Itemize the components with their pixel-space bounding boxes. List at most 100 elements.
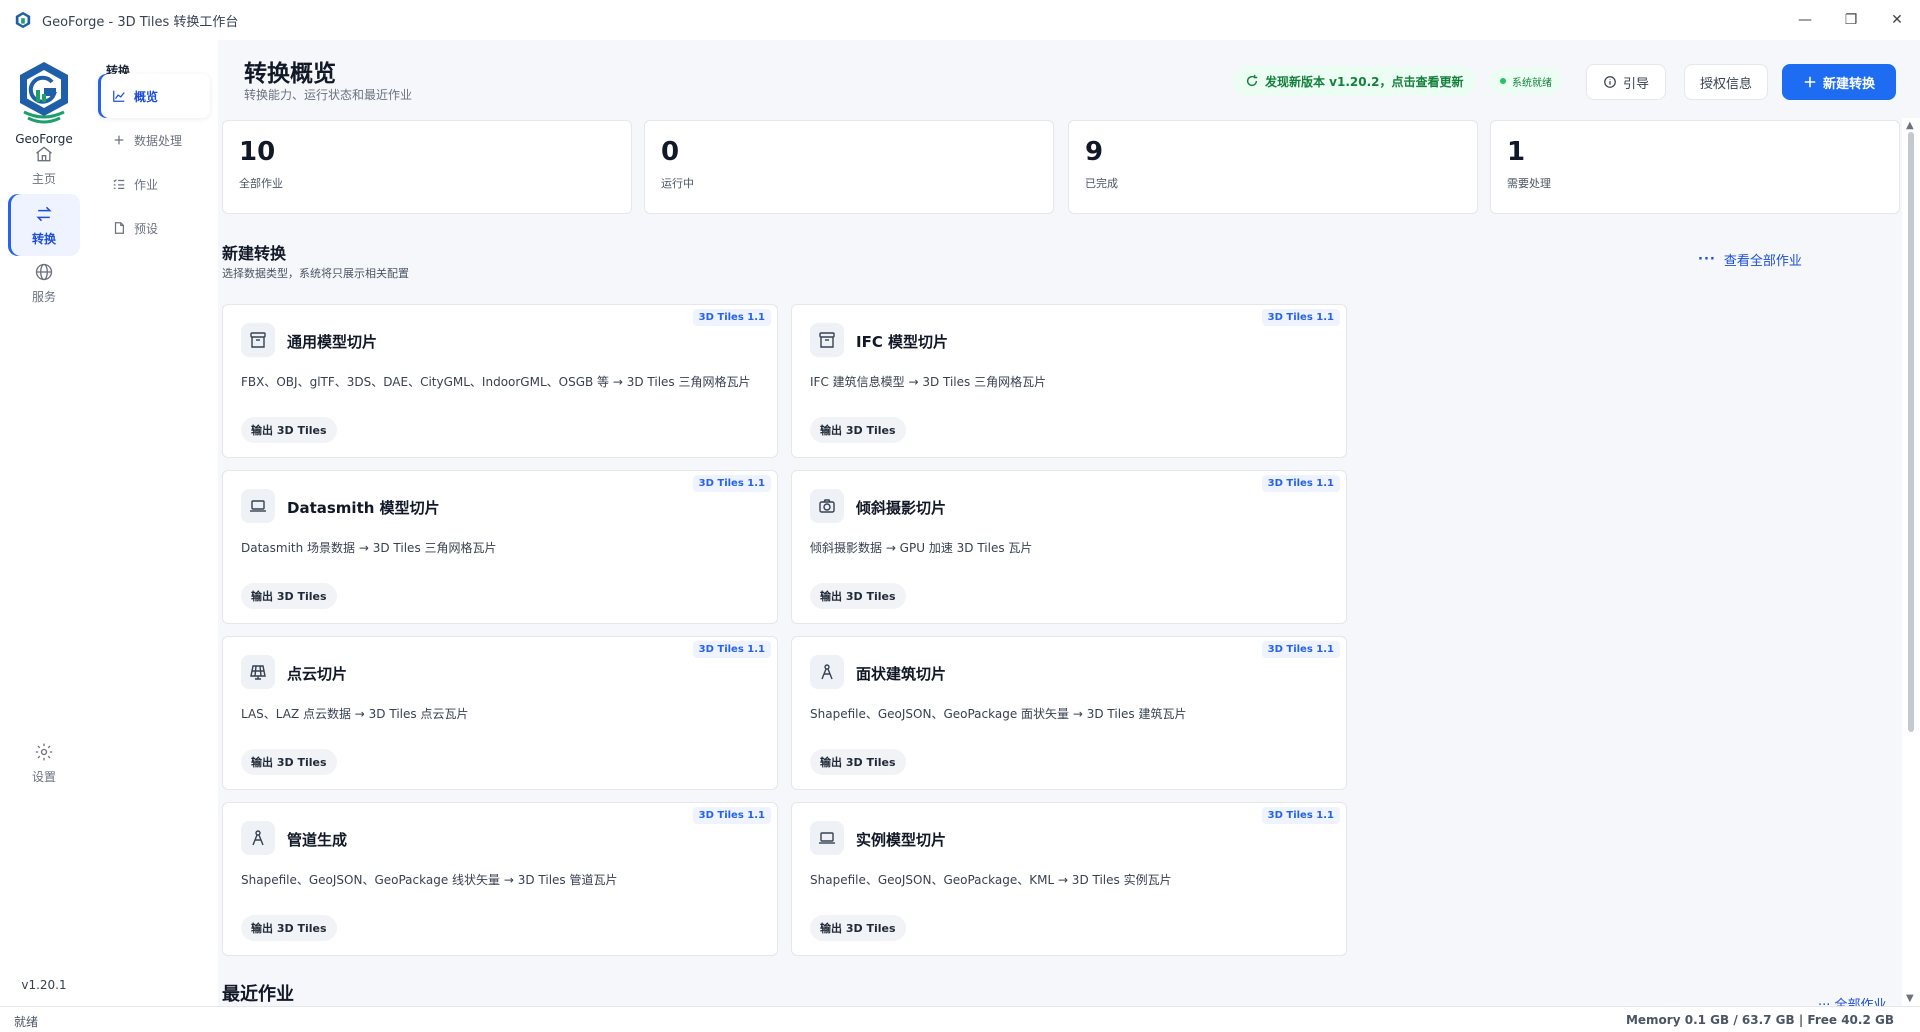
version-tag: 3D Tiles 1.1: [1261, 641, 1340, 658]
vertical-scrollbar[interactable]: ▲ ▼: [1902, 118, 1920, 1006]
card-title: Datasmith 模型切片: [287, 499, 440, 517]
license-label: 授权信息: [1699, 76, 1752, 92]
conversion-card-ifc[interactable]: 3D Tiles 1.1 IFC 模型切片 IFC 建筑信息模型 → 3D Ti…: [791, 304, 1347, 458]
view-all-label: 查看全部作业: [1723, 254, 1802, 269]
compass-icon: [241, 821, 275, 855]
subnav-item-data-processing[interactable]: 数据处理: [98, 118, 210, 162]
stat-value: 1: [1507, 137, 1526, 167]
output-badge: 输出 3D Tiles: [810, 417, 906, 443]
title-bar: GeoForge - 3D Tiles 转换工作台 — ❐ ✕: [0, 0, 1920, 40]
stat-label: 全部作业: [239, 177, 283, 190]
conversion-card-datasmith[interactable]: 3D Tiles 1.1 Datasmith 模型切片 Datasmith 场景…: [222, 470, 778, 624]
conversion-card-polygon-building[interactable]: 3D Tiles 1.1 面状建筑切片 Shapefile、GeoJSON、Ge…: [791, 636, 1347, 790]
card-title: 面状建筑切片: [856, 665, 947, 683]
stat-card-running: 0 运行中: [644, 120, 1054, 214]
guide-button[interactable]: 引导: [1586, 64, 1666, 100]
conversion-card-point-cloud[interactable]: 3D Tiles 1.1 点云切片 LAS、LAZ 点云数据 → 3D Tile…: [222, 636, 778, 790]
stat-label: 需要处理: [1507, 177, 1551, 190]
card-description: Datasmith 场景数据 → 3D Tiles 三角网格瓦片: [241, 541, 497, 555]
status-text: 就绪: [14, 1015, 39, 1029]
home-icon: [36, 145, 52, 161]
version-tag: 3D Tiles 1.1: [692, 807, 771, 824]
conversion-card-instance-model[interactable]: 3D Tiles 1.1 实例模型切片 Shapefile、GeoJSON、Ge…: [791, 802, 1347, 956]
stat-card-needs-attention: 1 需要处理: [1490, 120, 1900, 214]
version-tag: 3D Tiles 1.1: [1261, 475, 1340, 492]
laptop-icon: [241, 489, 275, 523]
minimize-button[interactable]: —: [1782, 0, 1828, 40]
update-notice-button[interactable]: 发现新版本 v1.20.2，点击查看更新: [1233, 66, 1476, 96]
conversion-card-pipeline[interactable]: 3D Tiles 1.1 管道生成 Shapefile、GeoJSON、GeoP…: [222, 802, 778, 956]
swap-icon: [36, 206, 52, 221]
system-status-text: 系统就绪: [1512, 77, 1552, 89]
recent-jobs-title: 最近作业: [222, 984, 294, 1005]
card-title: 管道生成: [287, 831, 348, 849]
card-title: 通用模型切片: [287, 333, 378, 351]
output-badge: 输出 3D Tiles: [810, 749, 906, 775]
more-icon: ···: [1698, 252, 1716, 267]
archive-icon: [241, 323, 275, 357]
info-icon: [1604, 76, 1616, 88]
list-icon: [113, 179, 125, 189]
primary-rail: GeoForge 主页 转换 服务 设置 v1.20.1: [0, 40, 88, 1006]
card-description: IFC 建筑信息模型 → 3D Tiles 三角网格瓦片: [810, 375, 1047, 389]
subnav-item-label: 预设: [134, 221, 159, 236]
rail-item-label: 设置: [31, 769, 56, 784]
main-content: 转换概览 转换能力、运行状态和最近作业 发现新版本 v1.20.2，点击查看更新…: [218, 40, 1902, 1006]
update-notice-text: 发现新版本 v1.20.2，点击查看更新: [1265, 74, 1464, 89]
scroll-up-icon[interactable]: ▲: [1906, 120, 1914, 131]
output-badge: 输出 3D Tiles: [241, 749, 337, 775]
view-all-jobs-link[interactable]: ··· 查看全部作业: [1698, 250, 1802, 269]
new-conversion-button[interactable]: 新建转换: [1782, 64, 1896, 100]
page-subtitle: 转换能力、运行状态和最近作业: [244, 88, 413, 102]
subnav-item-label: 概览: [134, 89, 159, 104]
system-status-badge: 系统就绪: [1490, 68, 1562, 94]
version-tag: 3D Tiles 1.1: [692, 309, 771, 326]
subnav-item-label: 作业: [134, 177, 159, 192]
rail-item-settings[interactable]: 设置: [8, 732, 80, 794]
output-badge: 输出 3D Tiles: [241, 583, 337, 609]
card-description: FBX、OBJ、glTF、3DS、DAE、CityGML、IndoorGML、O…: [241, 375, 751, 389]
version-tag: 3D Tiles 1.1: [692, 475, 771, 492]
version-label: v1.20.1: [21, 978, 67, 992]
conversion-card-generic-model[interactable]: 3D Tiles 1.1 通用模型切片 FBX、OBJ、glTF、3DS、DAE…: [222, 304, 778, 458]
subnav-item-presets[interactable]: 预设: [98, 206, 210, 250]
output-badge: 输出 3D Tiles: [241, 417, 337, 443]
rail-item-home[interactable]: 主页: [8, 134, 80, 196]
new-conversion-label: 新建转换: [1822, 76, 1875, 92]
status-dot-icon: [1500, 78, 1506, 84]
scroll-down-icon[interactable]: ▼: [1906, 993, 1914, 1004]
rail-item-convert[interactable]: 转换: [8, 194, 80, 256]
guide-label: 引导: [1622, 76, 1649, 92]
version-tag: 3D Tiles 1.1: [1261, 309, 1340, 326]
output-badge: 输出 3D Tiles: [810, 915, 906, 941]
compass-icon: [810, 655, 844, 689]
section-subtitle: 选择数据类型，系统将只展示相关配置: [222, 267, 409, 280]
card-title: 实例模型切片: [856, 831, 947, 849]
card-description: Shapefile、GeoJSON、GeoPackage 线状矢量 → 3D T…: [241, 873, 618, 887]
window-title: GeoForge - 3D Tiles 转换工作台: [42, 14, 239, 30]
scrollbar-thumb[interactable]: [1908, 132, 1914, 732]
camera-icon: [810, 489, 844, 523]
conversion-card-oblique-photo[interactable]: 3D Tiles 1.1 倾斜摄影切片 倾斜摄影数据 → GPU 加速 3D T…: [791, 470, 1347, 624]
app-logo-icon: [15, 11, 31, 29]
card-title: 倾斜摄影切片: [856, 499, 947, 517]
secondary-nav: 转换 概览 数据处理 作业 预设: [88, 40, 218, 1006]
status-bar: 就绪 Memory 0.1 GB / 63.7 GB | Free 40.2 G…: [0, 1006, 1920, 1032]
refresh-icon: [1246, 74, 1258, 87]
close-button[interactable]: ✕: [1874, 0, 1920, 40]
plus-icon: [114, 135, 124, 145]
maximize-button[interactable]: ❐: [1828, 0, 1874, 40]
geoforge-logo-icon: [20, 62, 68, 124]
subnav-item-jobs[interactable]: 作业: [98, 162, 210, 206]
rail-item-label: 服务: [31, 289, 56, 304]
subnav-item-overview[interactable]: 概览: [98, 74, 210, 118]
stat-value: 0: [661, 137, 680, 167]
stat-label: 已完成: [1085, 177, 1118, 190]
card-title: IFC 模型切片: [856, 333, 949, 351]
section-title: 新建转换: [222, 244, 287, 263]
recent-view-all-link[interactable]: ··· 全部作业: [1818, 994, 1887, 1006]
card-description: Shapefile、GeoJSON、GeoPackage、KML → 3D Ti…: [810, 873, 1172, 887]
license-button[interactable]: 授权信息: [1684, 64, 1768, 100]
card-description: 倾斜摄影数据 → GPU 加速 3D Tiles 瓦片: [810, 541, 1033, 555]
rail-item-service[interactable]: 服务: [8, 252, 80, 314]
